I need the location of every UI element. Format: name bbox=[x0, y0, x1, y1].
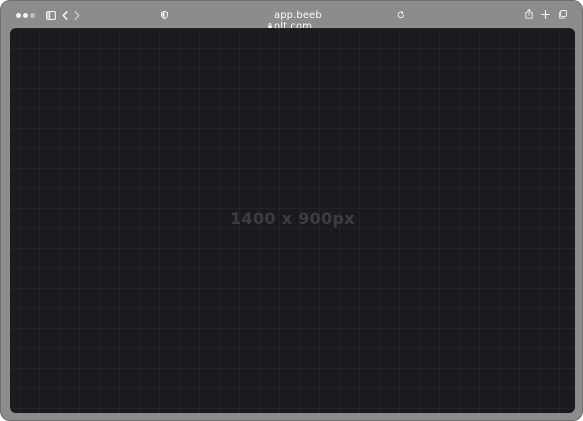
viewport-size-label: 1400 x 900px bbox=[230, 209, 355, 228]
chevron-right-icon[interactable] bbox=[74, 11, 80, 20]
tabs-overview-icon[interactable] bbox=[558, 10, 567, 19]
browser-toolbar: app.beebolt.com bbox=[1, 1, 582, 30]
zoom-window-button[interactable] bbox=[30, 13, 35, 18]
address-bar[interactable]: app.beebolt.com bbox=[263, 10, 333, 30]
url-text: app.beebolt.com bbox=[274, 10, 322, 30]
minimize-window-button[interactable] bbox=[23, 13, 28, 18]
chevron-left-icon[interactable] bbox=[62, 11, 68, 20]
page-viewport[interactable]: 1400 x 900px bbox=[10, 28, 575, 413]
browser-window: app.beebolt.com 1400 x 900px bbox=[0, 0, 583, 421]
sidebar-icon[interactable] bbox=[46, 11, 56, 20]
share-icon[interactable] bbox=[525, 9, 533, 19]
reload-icon[interactable] bbox=[397, 11, 405, 19]
close-window-button[interactable] bbox=[16, 13, 21, 18]
plus-icon[interactable] bbox=[541, 10, 550, 19]
shield-icon[interactable] bbox=[161, 11, 168, 19]
